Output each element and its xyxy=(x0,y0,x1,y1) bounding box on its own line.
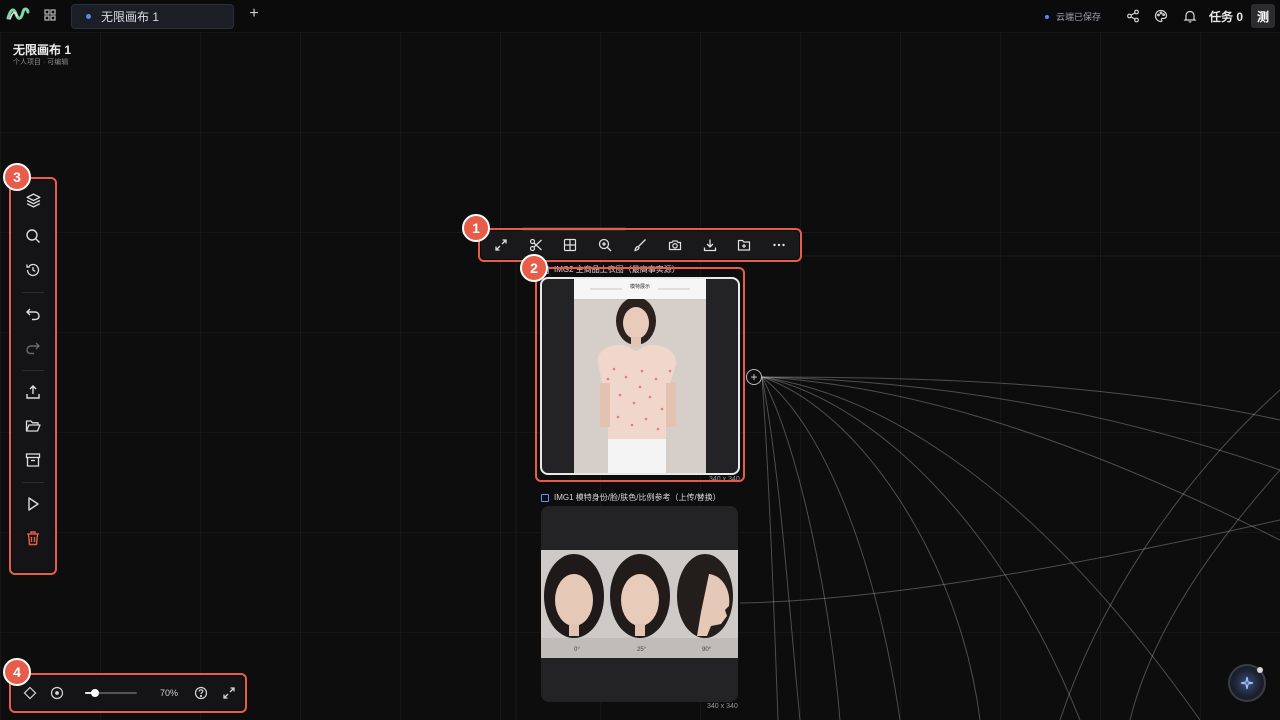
save-status-label: 云端已保存 xyxy=(1056,12,1102,22)
top-bar: 无限画布 1 + 云端已保存 任务 0 测 xyxy=(0,0,1280,32)
annotation-badge-1: 1 xyxy=(462,214,490,242)
save-status-dot xyxy=(1045,14,1049,19)
annotation-box-2 xyxy=(535,267,745,482)
angle-label: 25° xyxy=(637,647,647,653)
annotation-badge-2: 2 xyxy=(520,254,548,282)
sparkle-icon xyxy=(1240,676,1254,690)
add-tab-button[interactable]: + xyxy=(247,5,261,23)
annotation-box-3 xyxy=(9,177,57,575)
angle-label: 90° xyxy=(702,647,712,653)
image-tag-icon xyxy=(541,493,549,502)
project-subtitle: 个人项目 · 可编辑 xyxy=(13,59,69,66)
tab-label: 无限画布 1 xyxy=(101,10,160,24)
annotation-box-4 xyxy=(9,673,247,713)
image-card-img1[interactable]: 0° 25° 90° xyxy=(541,506,738,702)
save-status: 云端已保存 xyxy=(1045,10,1101,23)
apps-grid-icon[interactable] xyxy=(44,9,56,21)
card-title-text: IMG1 模特身份/脸/肤色/比例参考（上传/替换） xyxy=(554,493,721,502)
notification-dot xyxy=(1257,667,1263,673)
card-title-img1: IMG1 模特身份/脸/肤色/比例参考（上传/替换） xyxy=(541,492,721,503)
annotation-badge-3: 3 xyxy=(3,163,31,191)
tasks-counter[interactable]: 任务 0 xyxy=(1209,8,1243,25)
add-connection-button[interactable]: + xyxy=(746,369,762,385)
tab-canvas[interactable]: 无限画布 1 xyxy=(71,4,234,29)
tab-status-dot xyxy=(86,14,91,19)
model-reference-photo xyxy=(541,550,738,658)
annotation-badge-4: 4 xyxy=(3,658,31,686)
app-logo-icon[interactable] xyxy=(6,6,30,22)
share-icon[interactable] xyxy=(1126,9,1140,23)
angle-labels: 0° 25° 90° xyxy=(541,647,738,657)
bell-icon[interactable] xyxy=(1183,9,1197,23)
user-avatar[interactable]: 测 xyxy=(1251,4,1275,28)
angle-label: 0° xyxy=(574,647,580,653)
card-size-label: 340 x 340 xyxy=(707,703,738,710)
palette-icon[interactable] xyxy=(1154,9,1168,23)
ai-assistant-button[interactable] xyxy=(1228,664,1266,702)
project-title: 无限画布 1 xyxy=(13,43,72,57)
